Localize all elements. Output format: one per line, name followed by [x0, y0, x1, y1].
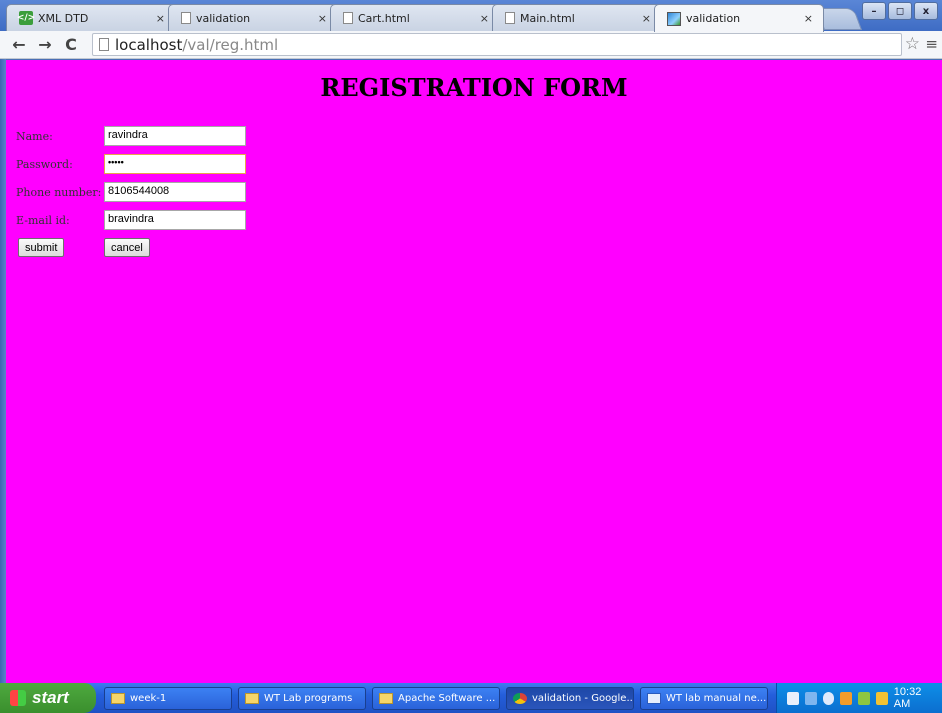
tab-title: validation: [686, 12, 741, 25]
task-label: week-1: [130, 693, 167, 704]
tab-cart[interactable]: Cart.html ×: [330, 4, 500, 31]
address-path: /val/reg.html: [182, 35, 279, 54]
help-icon[interactable]: [787, 691, 799, 705]
close-button[interactable]: x: [914, 2, 938, 20]
tab-title: Main.html: [520, 11, 575, 25]
maximize-button[interactable]: ◻: [888, 2, 912, 20]
tab-close-icon[interactable]: ×: [318, 12, 327, 25]
address-bar[interactable]: localhost/val/reg.html: [92, 33, 902, 56]
taskbar-item-wt-lab-manual[interactable]: WT lab manual ne...: [640, 687, 768, 710]
name-input[interactable]: ravindra: [104, 126, 246, 146]
page-icon: [505, 12, 515, 24]
taskbar-item-wt-lab-programs[interactable]: WT Lab programs: [238, 687, 366, 710]
name-label: Name:: [16, 130, 53, 143]
tab-main[interactable]: Main.html ×: [492, 4, 662, 31]
xml-icon: </>: [16, 11, 36, 25]
tab-close-icon[interactable]: ×: [156, 12, 165, 25]
tab-title: Cart.html: [358, 11, 410, 25]
start-button[interactable]: start: [0, 683, 96, 713]
document-icon: [647, 693, 661, 704]
email-input[interactable]: bravindra: [104, 210, 246, 230]
folder-icon: [379, 693, 393, 704]
taskbar-item-validation-chrome[interactable]: validation - Google...: [506, 687, 634, 710]
browser-toolbar: ← → C localhost/val/reg.html ☆ ≡: [0, 31, 942, 59]
phone-input[interactable]: 8106544008: [104, 182, 246, 202]
page-content: REGISTRATION FORM Name: ravindra Passwor…: [6, 60, 942, 683]
task-label: Apache Software ...: [398, 693, 496, 704]
system-tray: 10:32 AM: [776, 683, 942, 713]
task-label: WT Lab programs: [264, 693, 353, 704]
phone-label: Phone number:: [16, 186, 102, 199]
tab-title: XML DTD: [38, 11, 89, 25]
password-input[interactable]: •••••: [104, 154, 246, 174]
chrome-icon: [513, 693, 527, 704]
address-host: localhost: [115, 35, 183, 54]
page-icon: [181, 12, 191, 24]
app-icon[interactable]: [858, 691, 870, 705]
clock: 10:32 AM: [893, 686, 922, 710]
tab-validation-active[interactable]: validation ×: [654, 4, 824, 32]
bookmark-star-icon[interactable]: ☆: [905, 34, 920, 54]
taskbar-item-apache[interactable]: Apache Software ...: [372, 687, 500, 710]
forward-icon[interactable]: →: [34, 34, 56, 56]
tab-validation[interactable]: validation ×: [168, 4, 338, 31]
minimize-button[interactable]: –: [862, 2, 886, 20]
start-label: start: [32, 688, 69, 707]
task-label: validation - Google...: [532, 693, 634, 704]
taskbar: start week-1 WT Lab programs Apache Soft…: [0, 683, 942, 713]
windows-logo-icon: [10, 690, 26, 706]
shield-icon[interactable]: [840, 691, 853, 705]
password-label: Password:: [16, 158, 73, 171]
page-icon: [343, 12, 353, 24]
folder-icon: [245, 693, 259, 704]
network-icon[interactable]: [804, 691, 817, 705]
tab-xml-dtd[interactable]: </> XML DTD ×: [6, 4, 176, 31]
back-arrow-icon[interactable]: [822, 691, 835, 705]
tab-close-icon[interactable]: ×: [642, 12, 651, 25]
email-label: E-mail id:: [16, 214, 70, 227]
cancel-button[interactable]: cancel: [104, 238, 150, 257]
taskbar-item-week-1[interactable]: week-1: [104, 687, 232, 710]
submit-button[interactable]: submit: [18, 238, 65, 257]
page-title: REGISTRATION FORM: [320, 73, 628, 102]
task-label: WT lab manual ne...: [666, 693, 767, 704]
reload-icon[interactable]: C: [60, 34, 82, 56]
folder-icon: [111, 693, 125, 704]
tab-strip: </> XML DTD × validation × Cart.html × M…: [0, 0, 942, 32]
menu-icon[interactable]: ≡: [925, 35, 938, 53]
tab-close-icon[interactable]: ×: [480, 12, 489, 25]
back-icon[interactable]: ←: [8, 34, 30, 56]
update-icon[interactable]: [875, 691, 888, 705]
window-controls: – ◻ x: [862, 2, 938, 20]
page-icon: [99, 38, 109, 51]
image-icon: [667, 11, 681, 26]
tab-title: validation: [196, 11, 251, 25]
tab-close-icon[interactable]: ×: [804, 12, 813, 25]
